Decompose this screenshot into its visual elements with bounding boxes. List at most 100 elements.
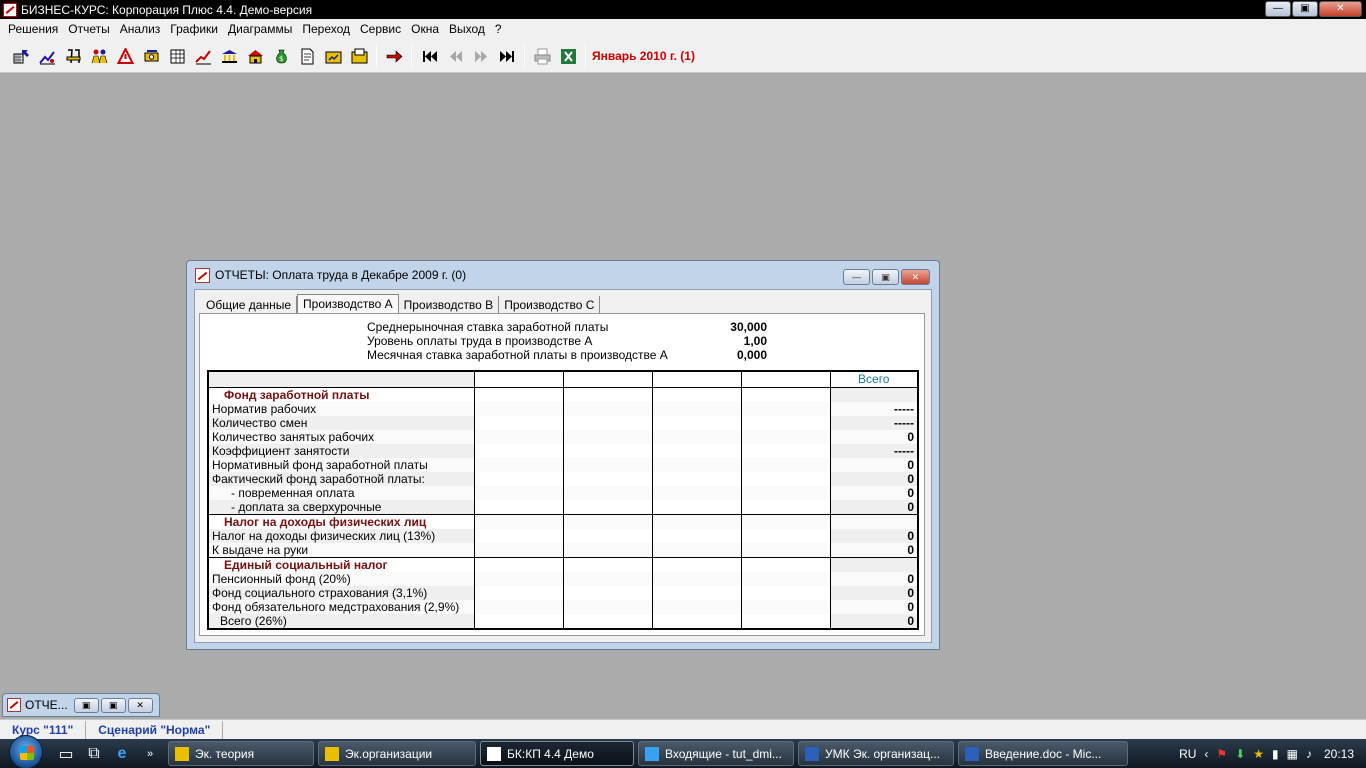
table-row: - повременная оплата 0 <box>208 485 918 500</box>
tb-print-button[interactable] <box>529 43 555 69</box>
total-cell: 0 <box>829 571 918 586</box>
tb-excel-button[interactable] <box>555 43 581 69</box>
menu-reports[interactable]: Отчеты <box>63 19 114 40</box>
menu-diagrams[interactable]: Диаграммы <box>223 19 297 40</box>
row-label: Фонд обязательного медстрахования (2,9%) <box>208 599 474 614</box>
folder-icon <box>351 48 367 63</box>
section-header-row: Единый социальный налог <box>208 556 918 572</box>
menu-solutions[interactable]: Решения <box>3 19 63 40</box>
chart-line-icon <box>194 49 211 64</box>
row-label: Фактический фонд заработной платы: <box>208 471 474 486</box>
app-logo-icon <box>3 2 17 17</box>
table-row: К выдаче на руки 0 <box>208 542 918 557</box>
toolbar-separator <box>411 45 412 67</box>
tb-archive-button[interactable] <box>346 43 372 69</box>
taskbar-item[interactable]: БК:КП 4.4 Демо <box>480 741 634 766</box>
menu-exit[interactable]: Выход <box>444 19 490 40</box>
bank-icon <box>221 49 237 63</box>
close-button[interactable]: ✕ <box>1319 1 1362 17</box>
taskbar-item[interactable]: УМК Эк. организац... <box>798 741 954 766</box>
clock[interactable]: 20:13 <box>1324 747 1354 761</box>
svg-text:$: $ <box>279 55 283 63</box>
data-cell <box>740 542 830 557</box>
data-cell <box>740 556 830 572</box>
tb-first-button[interactable] <box>416 43 442 69</box>
data-cell <box>473 471 563 486</box>
restore-button[interactable]: ▣ <box>73 697 99 713</box>
tray-expand-icon[interactable]: ‹ <box>1204 747 1208 761</box>
data-cell <box>562 499 652 514</box>
taskbar-item-label: УМК Эк. организац... <box>825 746 941 761</box>
payroll-report-table: Всего Фонд заработной платы Норматив рабо… <box>207 370 919 630</box>
menu-graphs[interactable]: Графики <box>165 19 223 40</box>
language-indicator[interactable]: RU <box>1179 747 1196 761</box>
tb-bank-button[interactable] <box>216 43 242 69</box>
tb-previous-button[interactable] <box>442 43 468 69</box>
antivirus-icon[interactable]: ⚑ <box>1216 747 1227 761</box>
tb-staff-button[interactable] <box>86 43 112 69</box>
battery-icon[interactable]: ▮ <box>1272 747 1279 761</box>
report-maximize-button[interactable]: ▣ <box>872 269 899 285</box>
report-minimize-button[interactable]: — <box>843 269 870 285</box>
data-cell <box>562 571 652 586</box>
param-row: Среднерыночная ставка заработной платы 3… <box>367 320 767 334</box>
menu-help[interactable]: ? <box>490 19 507 40</box>
minimize-button[interactable]: — <box>1265 1 1291 17</box>
tb-goto-button[interactable] <box>381 43 407 69</box>
menu-windows[interactable]: Окна <box>406 19 444 40</box>
taskbar-item[interactable]: Входящие - tut_dmi... <box>638 741 794 766</box>
minimized-report-window[interactable]: ОТЧЕ... ▣ ▣ ✕ <box>2 693 160 717</box>
tb-warehouse-button[interactable] <box>242 43 268 69</box>
tb-analysis-button[interactable] <box>190 43 216 69</box>
menu-goto[interactable]: Переход <box>297 19 355 40</box>
update-icon[interactable]: ★ <box>1253 747 1264 761</box>
volume-icon[interactable]: ♪ <box>1306 747 1312 761</box>
taskbar-item[interactable]: Эк. теория <box>168 741 314 766</box>
menu-service[interactable]: Сервис <box>355 19 406 40</box>
start-button[interactable] <box>0 734 52 768</box>
table-row: Количество смен ----- <box>208 415 918 430</box>
tab-production-a[interactable]: Производство А <box>297 294 399 314</box>
internet-explorer-icon[interactable]: e <box>111 743 133 765</box>
maximize-button[interactable]: ▣ <box>1292 1 1318 17</box>
tb-markets-button[interactable] <box>34 43 60 69</box>
report-logo-icon <box>195 267 210 283</box>
taskbar-item-label: Эк. теория <box>195 746 255 761</box>
switch-windows-icon[interactable]: ⧉ <box>83 743 105 765</box>
quick-launch-expand-icon[interactable]: » <box>139 743 161 765</box>
table-row: Всего (26%) 0 <box>208 613 918 629</box>
data-cell <box>562 585 652 600</box>
show-desktop-icon[interactable]: ▭ <box>55 743 77 765</box>
data-cell <box>473 401 563 416</box>
data-cell <box>740 429 830 444</box>
row-label: Пенсионный фонд (20%) <box>208 571 474 586</box>
taskbar-item[interactable]: Введение.doc - Mic... <box>958 741 1128 766</box>
tab-production-b[interactable]: Производство В <box>399 296 500 314</box>
network-icon[interactable]: ▦ <box>1287 747 1298 761</box>
data-cell <box>651 471 741 486</box>
taskbar-item[interactable]: Эк.организации <box>318 741 476 766</box>
parameters-block: Среднерыночная ставка заработной платы 3… <box>367 320 767 362</box>
row-label: Количество смен <box>208 415 474 430</box>
total-cell: 0 <box>829 613 918 629</box>
tb-last-button[interactable] <box>494 43 520 69</box>
maximize-button[interactable]: ▣ <box>100 697 126 713</box>
tb-sales-button[interactable] <box>112 43 138 69</box>
report-window-title-bar[interactable]: ОТЧЕТЫ: Оплата труда в Декабре 2009 г. (… <box>187 261 939 289</box>
close-button[interactable]: ✕ <box>127 697 153 713</box>
tb-finance-button[interactable] <box>138 43 164 69</box>
tb-report-button[interactable] <box>164 43 190 69</box>
header-cell <box>651 371 741 388</box>
data-cell <box>562 443 652 458</box>
report-close-button[interactable]: ✕ <box>901 269 930 285</box>
tb-print-report-button[interactable] <box>320 43 346 69</box>
tb-documents-button[interactable] <box>294 43 320 69</box>
download-icon[interactable]: ⬇ <box>1235 747 1245 761</box>
tb-solutions-button[interactable] <box>8 43 34 69</box>
menu-analysis[interactable]: Анализ <box>115 19 166 40</box>
tab-general[interactable]: Общие данные <box>201 296 298 314</box>
tab-production-c[interactable]: Производство С <box>499 296 601 314</box>
tb-production-button[interactable] <box>60 43 86 69</box>
tb-next-button[interactable] <box>468 43 494 69</box>
tb-cash-button[interactable]: $ <box>268 43 294 69</box>
